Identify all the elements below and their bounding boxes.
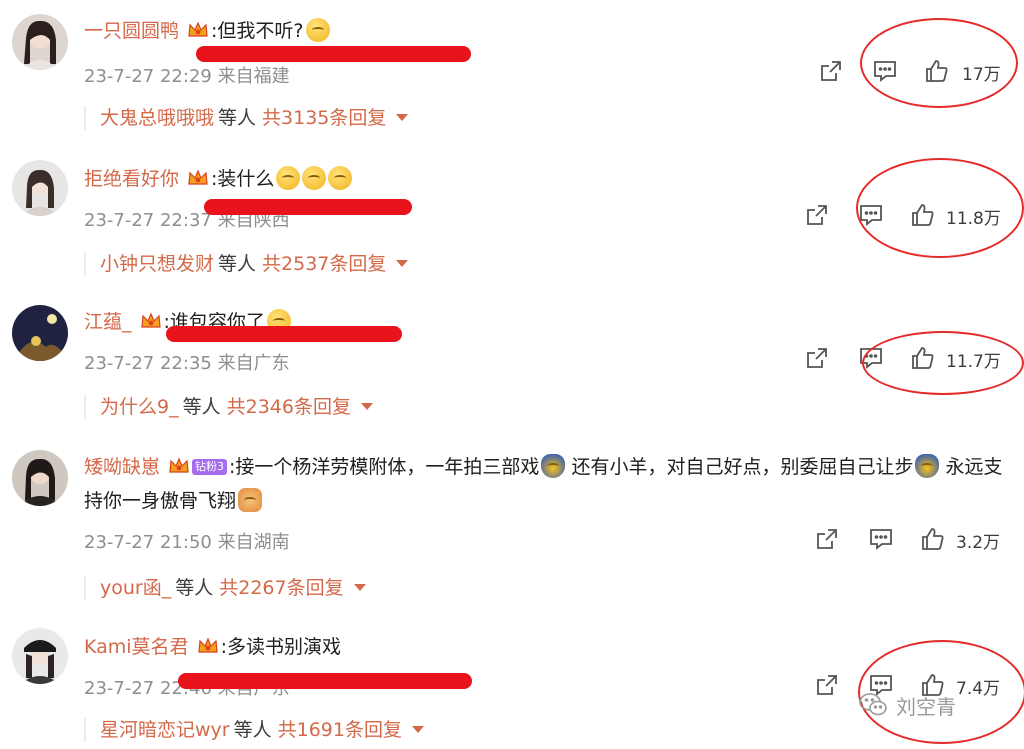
- reply-summary[interactable]: 为什么9_ 等人 共2346条回复: [84, 395, 373, 419]
- location: 来自湖南: [217, 532, 290, 553]
- comment-meta: 23-7-27 21:50 来自湖南: [84, 528, 290, 554]
- crown-badge-icon: [197, 637, 218, 653]
- fan-level-badge: 钻粉3: [192, 459, 228, 475]
- comment-meta: 23-7-27 22:29 来自福建: [84, 62, 290, 88]
- username[interactable]: Kami莫名君: [84, 636, 189, 658]
- watermark: 刘空青: [858, 690, 956, 720]
- comment-actions: 3.2万: [814, 526, 1019, 556]
- reply-etc: 等人: [233, 719, 272, 741]
- annotation-circle: [860, 18, 1018, 108]
- reply-summary[interactable]: 星河暗恋记wyr 等人 共1691条回复: [84, 718, 424, 742]
- chevron-down-icon[interactable]: [353, 584, 366, 591]
- comment-line: 一只圆圆鸭 :但我不听?: [84, 16, 330, 46]
- reply-summary[interactable]: your函_ 等人 共2267条回复: [84, 576, 366, 600]
- avatar[interactable]: [12, 14, 68, 70]
- reply-etc: 等人: [218, 107, 257, 129]
- timestamp: 23-7-27 22:35: [84, 353, 212, 374]
- username[interactable]: 矮呦缺崽: [84, 456, 160, 478]
- reply-username[interactable]: 小钟只想发财: [100, 253, 214, 275]
- like-icon[interactable]: [920, 526, 946, 552]
- share-icon[interactable]: [814, 526, 840, 552]
- reply-count[interactable]: 共2346条回复: [227, 396, 351, 418]
- comment-text-cont: 还有小羊，对自己好点，别委屈自己让步: [571, 456, 914, 478]
- comment-text: :但我不听?: [211, 20, 304, 42]
- reply-username[interactable]: 为什么9_: [100, 396, 179, 418]
- avatar[interactable]: [12, 305, 68, 361]
- redaction-stroke: [166, 326, 402, 342]
- redaction-stroke: [204, 199, 412, 215]
- location: 来自广东: [217, 353, 290, 374]
- username[interactable]: 江蕴_: [84, 311, 132, 333]
- reply-username[interactable]: 星河暗恋记wyr: [100, 719, 230, 741]
- like-count: 3.2万: [956, 533, 1001, 553]
- reply-summary[interactable]: 大鬼总哦哦哦 等人 共3135条回复: [84, 106, 409, 130]
- username[interactable]: 拒绝看好你: [84, 168, 179, 190]
- reply-etc: 等人: [218, 253, 257, 275]
- chevron-down-icon[interactable]: [396, 114, 409, 121]
- reply-etc: 等人: [182, 396, 221, 418]
- comment-line: Kami莫名君 :多读书别演戏: [84, 632, 341, 662]
- crown-badge-icon: [188, 169, 208, 185]
- share-icon[interactable]: [804, 345, 830, 371]
- comment-line: 拒绝看好你 :装什么: [84, 164, 353, 194]
- comment-meta: 23-7-27 22:35 来自广东: [84, 349, 290, 375]
- timestamp: 23-7-27 22:29: [84, 66, 212, 87]
- comment-text: :装什么: [211, 168, 275, 190]
- watermark-text: 刘空青: [896, 694, 956, 719]
- flame-emoji-icon: [541, 454, 566, 478]
- wechat-icon: [859, 693, 887, 716]
- doge-emoji-icon: [305, 18, 330, 42]
- confused-emoji-icon: [276, 166, 301, 190]
- chevron-down-icon[interactable]: [360, 403, 373, 410]
- share-icon[interactable]: [804, 202, 830, 228]
- redaction-stroke: [178, 673, 472, 689]
- reply-username[interactable]: 大鬼总哦哦哦: [100, 107, 214, 129]
- comment-text: :多读书别演戏: [220, 636, 341, 658]
- avatar[interactable]: [12, 628, 68, 684]
- comment-icon[interactable]: [868, 526, 894, 552]
- chevron-down-icon[interactable]: [411, 726, 424, 733]
- comment-text: :接一个杨洋劳模附体，一年拍三部戏: [229, 456, 540, 478]
- share-icon[interactable]: [818, 58, 844, 84]
- reply-count[interactable]: 共2537条回复: [262, 253, 386, 275]
- timestamp: 23-7-27 21:50: [84, 532, 212, 553]
- reply-username[interactable]: your函_: [100, 577, 171, 599]
- reply-count[interactable]: 共1691条回复: [278, 719, 402, 741]
- username[interactable]: 一只圆圆鸭: [84, 20, 179, 42]
- avatar[interactable]: [12, 450, 68, 506]
- location: 来自福建: [217, 66, 290, 87]
- timestamp: 23-7-27 22:37: [84, 210, 212, 231]
- redaction-stroke: [196, 46, 471, 62]
- reply-count[interactable]: 共2267条回复: [219, 577, 343, 599]
- annotation-circle: [856, 158, 1024, 258]
- crown-badge-icon: [188, 21, 208, 37]
- crown-badge-icon: [140, 312, 161, 328]
- reply-etc: 等人: [175, 577, 214, 599]
- flame-emoji-icon: [915, 454, 940, 478]
- reply-count[interactable]: 共3135条回复: [262, 107, 386, 129]
- annotation-circle: [862, 331, 1024, 395]
- crown-badge-icon: [169, 457, 189, 473]
- chevron-down-icon[interactable]: [396, 260, 409, 267]
- confused-emoji-icon: [328, 166, 353, 190]
- share-icon[interactable]: [814, 672, 840, 698]
- avatar[interactable]: [12, 160, 68, 216]
- comment-line: 矮呦缺崽 钻粉3:接一个杨洋劳模附体，一年拍三部戏 还有小羊，对自己好点，别委屈自…: [84, 450, 1004, 518]
- reply-summary[interactable]: 小钟只想发财 等人 共2537条回复: [84, 252, 409, 276]
- confused-emoji-icon: [302, 166, 327, 190]
- fist-emoji-icon: [238, 488, 263, 512]
